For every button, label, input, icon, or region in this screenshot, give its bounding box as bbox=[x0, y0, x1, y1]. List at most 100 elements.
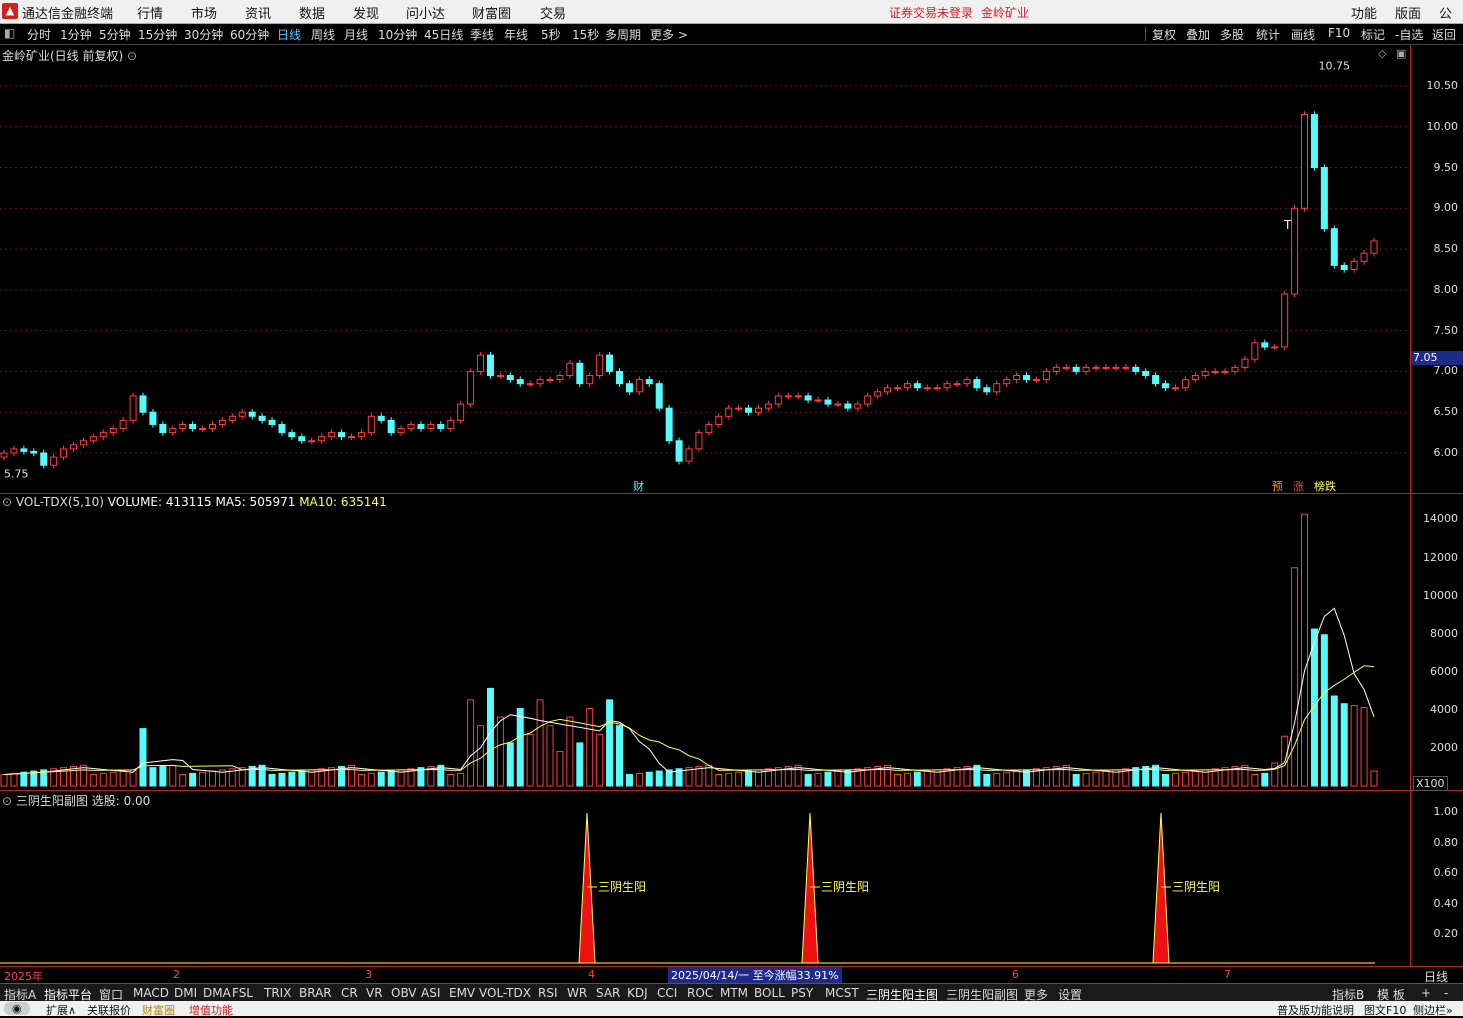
indicator-tab[interactable]: MTM bbox=[720, 986, 748, 1000]
indicator-tab[interactable]: MCST bbox=[825, 986, 859, 1000]
indicator-tab[interactable]: WR bbox=[567, 986, 587, 1000]
volume-bar bbox=[367, 772, 375, 787]
divider bbox=[1145, 27, 1146, 41]
draw-line-button[interactable]: 画线 bbox=[1291, 26, 1315, 43]
stats-button[interactable]: 统计 bbox=[1256, 26, 1280, 43]
login-alert[interactable]: 证券交易未登录 bbox=[889, 4, 973, 21]
volume-bar bbox=[1013, 770, 1021, 787]
candle-body bbox=[367, 415, 375, 434]
period-monthly[interactable]: 月线 bbox=[344, 26, 368, 43]
indicator-tab[interactable]: DMI bbox=[174, 986, 197, 1000]
volume-panel[interactable]: ⊙ VOL-TDX(5,10) VOLUME: 413115 MA5: 5059… bbox=[0, 494, 1410, 791]
volume-bar bbox=[139, 728, 147, 787]
candle-body bbox=[983, 387, 991, 393]
candle-body bbox=[675, 440, 683, 462]
candle-body bbox=[1052, 366, 1060, 372]
period-multi[interactable]: 多周期 bbox=[605, 26, 641, 43]
menu-item-zixun[interactable]: 资讯 bbox=[245, 3, 271, 22]
candle-body bbox=[199, 428, 207, 431]
period-1min[interactable]: 1分钟 bbox=[60, 26, 92, 43]
candle-body bbox=[457, 403, 465, 421]
volume-bar bbox=[89, 774, 97, 787]
period-more[interactable]: 更多 > bbox=[650, 26, 688, 43]
back-button[interactable]: 返回 bbox=[1432, 26, 1456, 43]
overlay-button[interactable]: 叠加 bbox=[1186, 26, 1210, 43]
menu-item-banmian[interactable]: 版面 bbox=[1395, 3, 1421, 22]
watchlist-button[interactable]: -自选 bbox=[1395, 26, 1423, 43]
volume-bar bbox=[1350, 705, 1358, 787]
candle-body bbox=[338, 432, 346, 438]
fuquan-button[interactable]: 复权 bbox=[1152, 26, 1176, 43]
menu-item-wenxiaoda[interactable]: 问小达 bbox=[406, 3, 445, 22]
indicator-tab[interactable]: MACD bbox=[133, 986, 169, 1000]
indicator-tab[interactable]: ROC bbox=[687, 986, 713, 1000]
period-bar: ◧ 分时 1分钟 5分钟 15分钟 30分钟 60分钟 日线 周线 月线 10分… bbox=[0, 24, 1463, 45]
indicator-tab[interactable]: DMA bbox=[203, 986, 231, 1000]
signal-label: 三阴生阳 bbox=[1172, 880, 1220, 894]
f10-button[interactable]: F10 bbox=[1328, 26, 1350, 40]
volume-bar bbox=[625, 774, 633, 787]
candle-body bbox=[357, 432, 365, 438]
menu-item-caifuquan[interactable]: 财富圈 bbox=[472, 3, 511, 22]
period-10min[interactable]: 10分钟 bbox=[378, 26, 417, 43]
indicator-tab[interactable]: TRIX bbox=[264, 986, 291, 1000]
period-30min[interactable]: 30分钟 bbox=[184, 26, 223, 43]
volume-bar bbox=[526, 733, 534, 787]
indicator-tab[interactable]: VR bbox=[366, 986, 383, 1000]
menu-item-hangqing[interactable]: 行情 bbox=[137, 3, 163, 22]
indicator-tab[interactable]: OBV bbox=[391, 986, 417, 1000]
signal-panel[interactable]: ⊙ 三阴生阳副图 选股: 0.00 三阴生阳 三阴生阳 三阴生阳 bbox=[0, 791, 1410, 966]
multi-stock-button[interactable]: 多股 bbox=[1220, 26, 1244, 43]
candle-body bbox=[1350, 260, 1358, 271]
indicator-tab[interactable]: RSI bbox=[538, 986, 558, 1000]
indicator-tab[interactable]: SAR bbox=[596, 986, 620, 1000]
period-60min[interactable]: 60分钟 bbox=[230, 26, 269, 43]
period-5sec[interactable]: 5秒 bbox=[541, 26, 561, 43]
candle-body bbox=[556, 375, 564, 381]
y-tick-label: 7.50 bbox=[1433, 323, 1459, 337]
period-daily[interactable]: 日线 bbox=[277, 26, 301, 43]
volume-bar bbox=[596, 733, 604, 787]
indicator-tab[interactable]: FSL bbox=[232, 986, 253, 1000]
indicator-tab[interactable]: KDJ bbox=[627, 986, 648, 1000]
indicator-tab[interactable]: CR bbox=[341, 986, 358, 1000]
candle-body bbox=[1330, 228, 1338, 266]
candle-body bbox=[516, 379, 524, 385]
period-15min[interactable]: 15分钟 bbox=[138, 26, 177, 43]
menu-item-gongneng[interactable]: 功能 bbox=[1351, 3, 1377, 22]
volume-bar bbox=[20, 771, 28, 787]
period-quarter[interactable]: 季线 bbox=[470, 26, 494, 43]
candle-body bbox=[1072, 366, 1080, 372]
menu-item-jiaoyi[interactable]: 交易 bbox=[540, 3, 566, 22]
sidebar-toggle-icon[interactable]: ◧ bbox=[4, 26, 15, 40]
indicator-tab[interactable]: BRAR bbox=[299, 986, 332, 1000]
period-yearly[interactable]: 年线 bbox=[504, 26, 528, 43]
indicator-tab[interactable]: EMV bbox=[449, 986, 475, 1000]
volume-bar bbox=[109, 771, 117, 787]
volume-bar bbox=[824, 771, 832, 787]
kline-panel[interactable]: 金岭矿业(日线 前复权) ⊙ ◇ ▣ 10.75 5.75 T 财预涨榜跌 bbox=[0, 45, 1410, 494]
indicator-tab[interactable]: ASI bbox=[421, 986, 440, 1000]
period-5min[interactable]: 5分钟 bbox=[99, 26, 131, 43]
volume-bar bbox=[1152, 764, 1160, 787]
indicator-tab[interactable]: BOLL bbox=[754, 986, 785, 1000]
menu-item-shuju[interactable]: 数据 bbox=[299, 3, 325, 22]
add-pane-button[interactable]: + bbox=[1421, 986, 1431, 1000]
remove-pane-button[interactable]: - bbox=[1444, 986, 1448, 1000]
period-weekly[interactable]: 周线 bbox=[311, 26, 335, 43]
indicator-tab[interactable]: CCI bbox=[657, 986, 677, 1000]
volume-bar bbox=[477, 725, 485, 787]
indicator-tab[interactable]: PSY bbox=[791, 986, 813, 1000]
period-15sec[interactable]: 15秒 bbox=[572, 26, 599, 43]
menu-item-faxian[interactable]: 发现 bbox=[353, 3, 379, 22]
toggle-switch-icon[interactable]: ◉ bbox=[4, 1002, 30, 1015]
volume-bar bbox=[1301, 513, 1309, 787]
candle-body bbox=[606, 354, 614, 372]
volume-bar bbox=[1102, 770, 1110, 787]
indicator-tab[interactable]: VOL-TDX bbox=[479, 986, 531, 1000]
mark-button[interactable]: 标记 bbox=[1361, 26, 1385, 43]
period-45day[interactable]: 45日线 bbox=[424, 26, 463, 43]
period-fenshi[interactable]: 分时 bbox=[27, 26, 51, 43]
menu-item-shichang[interactable]: 市场 bbox=[191, 3, 217, 22]
signal-spike bbox=[1152, 812, 1170, 964]
